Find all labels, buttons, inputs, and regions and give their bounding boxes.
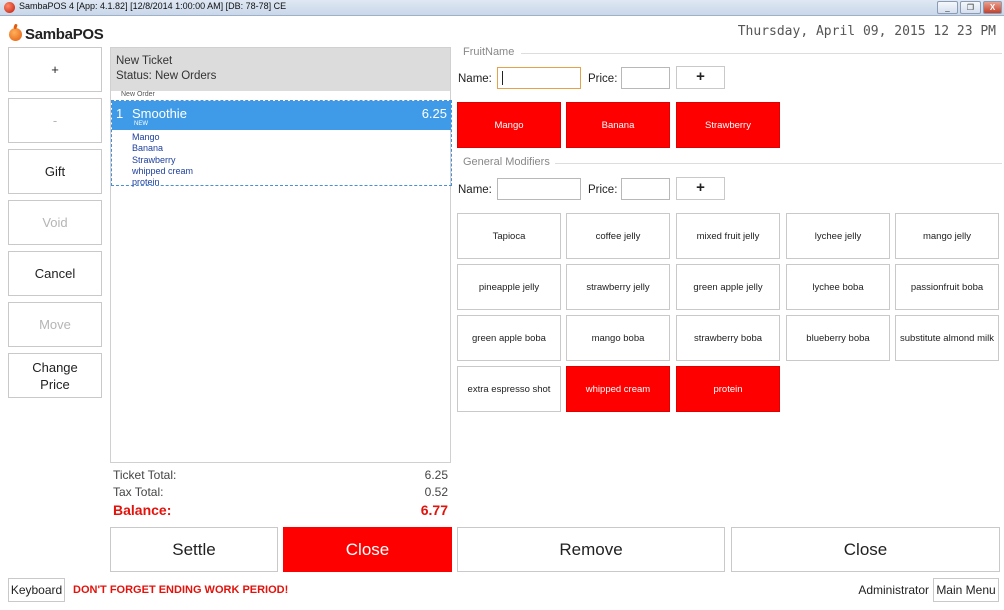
modifier-button-lychee-jelly[interactable]: lychee jelly [786,213,890,259]
general-price-input[interactable] [621,178,670,200]
app-icon [4,2,15,13]
fruit-price-label: Price: [588,73,618,85]
window-titlebar: SambaPOS 4 [App: 4.1.82] [12/8/2014 1:00… [0,0,1004,16]
modifier-button-green-apple-jelly[interactable]: green apple jelly [676,264,780,310]
modifier-button-extra-espresso-shot[interactable]: extra espresso shot [457,366,561,412]
order-group-label: New Order [121,91,155,98]
modifier-button-mango-boba[interactable]: mango boba [566,315,670,361]
logged-in-user: Administrator [858,583,929,597]
general-name-label: Name: [458,184,492,196]
order-item[interactable]: 1 Smoothie 6.25 NEW Mango Banana Strawbe… [111,100,452,188]
close-ticket-button[interactable]: Close [283,527,452,572]
order-name: Smoothie [132,106,187,121]
logo-icon [9,27,22,41]
general-modifiers-divider [555,163,1002,164]
settle-button[interactable]: Settle [110,527,278,572]
cancel-button[interactable]: Cancel [8,251,102,296]
change-price-button[interactable]: Change Price [8,353,102,398]
modifier-button-mango-jelly[interactable]: mango jelly [895,213,999,259]
fruit-name-label: Name: [458,73,492,85]
ticket-header: New Ticket Status: New Orders [111,48,450,91]
order-modifiers: Mango Banana Strawberry whipped cream pr… [132,132,193,188]
tax-total-row: Tax Total: 0.52 [113,485,448,502]
modifier-button-green-apple-boba[interactable]: green apple boba [457,315,561,361]
add-general-modifier-button[interactable]: + [676,177,725,200]
general-price-label: Price: [588,184,618,196]
work-period-warning: DON'T FORGET ENDING WORK PERIOD! [73,584,289,596]
modifier-button-blueberry-boba[interactable]: blueberry boba [786,315,890,361]
order-quantity: 1 [116,106,124,121]
order-modifier: whipped cream [132,165,194,176]
text-caret [502,71,503,85]
decrease-quantity-button[interactable]: - [8,98,102,143]
datetime-display: Thursday, April 09, 2015 12 23 PM [737,24,996,39]
ticket-title: New Ticket [116,55,173,67]
modifier-button-lychee-boba[interactable]: lychee boba [786,264,890,310]
void-button[interactable]: Void [8,200,102,245]
balance-row: Balance: 6.77 [113,502,448,522]
fruit-section-divider [521,53,1002,54]
modifier-button-mixed-fruit-jelly[interactable]: mixed fruit jelly [676,213,780,259]
order-modifier: Strawberry [132,154,176,165]
sambapos-logo: SambaPOS [9,24,104,44]
close-button[interactable]: Close [731,527,1000,572]
close-window-button[interactable]: X [983,1,1002,14]
general-name-input[interactable] [497,178,581,200]
order-state-badge: NEW [134,121,148,127]
main-menu-button[interactable]: Main Menu [933,578,999,602]
increase-quantity-button[interactable]: + [8,47,102,92]
order-price: 6.25 [421,106,447,121]
modifier-button-passionfruit-boba[interactable]: passionfruit boba [895,264,999,310]
ticket-totals: Ticket Total: 6.25 Tax Total: 0.52 Balan… [113,468,448,522]
modifier-button-strawberry[interactable]: Strawberry [676,102,780,148]
order-row-selected[interactable]: 1 Smoothie 6.25 NEW [112,101,451,130]
keyboard-button[interactable]: Keyboard [8,578,65,602]
fruit-name-input[interactable] [497,67,581,89]
general-modifiers-title: General Modifiers [463,156,550,168]
order-modifier: protein [132,177,160,188]
balance-value: 6.77 [420,502,448,518]
modifier-button-strawberry-jelly[interactable]: strawberry jelly [566,264,670,310]
modifier-button-substitute-almond-milk[interactable]: substitute almond milk [895,315,999,361]
fruit-price-input[interactable] [621,67,670,89]
move-button[interactable]: Move [8,302,102,347]
logo-text: SambaPOS [25,25,104,43]
tax-total-value: 0.52 [424,485,448,499]
tax-total-label: Tax Total: [113,485,164,499]
ticket-status: Status: New Orders [116,70,217,82]
ticket-total-row: Ticket Total: 6.25 [113,468,448,485]
modifier-button-banana[interactable]: Banana [566,102,670,148]
modifier-button-whipped-cream[interactable]: whipped cream [566,366,670,412]
ticket-panel: New Ticket Status: New Orders New Order … [110,47,452,463]
balance-label: Balance: [113,502,172,518]
remove-button[interactable]: Remove [457,527,725,572]
modifier-button-mango[interactable]: Mango [457,102,561,148]
modifier-button-tapioca[interactable]: Tapioca [457,213,561,259]
modifier-button-strawberry-boba[interactable]: strawberry boba [676,315,780,361]
gift-button[interactable]: Gift [8,149,102,194]
add-fruit-button[interactable]: + [676,66,725,89]
modifier-button-protein[interactable]: protein [676,366,780,412]
modifier-button-coffee-jelly[interactable]: coffee jelly [566,213,670,259]
modifier-button-pineapple-jelly[interactable]: pineapple jelly [457,264,561,310]
minimize-button[interactable]: _ [937,1,958,14]
ticket-total-label: Ticket Total: [113,468,177,482]
maximize-button[interactable]: ❐ [960,1,981,14]
window-title: SambaPOS 4 [App: 4.1.82] [12/8/2014 1:00… [19,1,287,11]
order-modifier: Mango [132,132,160,142]
fruit-section-title: FruitName [463,46,515,58]
order-modifier: Banana [132,143,164,154]
main-area: SambaPOS Thursday, April 09, 2015 12 23 … [0,16,1004,610]
ticket-total-value: 6.25 [424,468,448,482]
